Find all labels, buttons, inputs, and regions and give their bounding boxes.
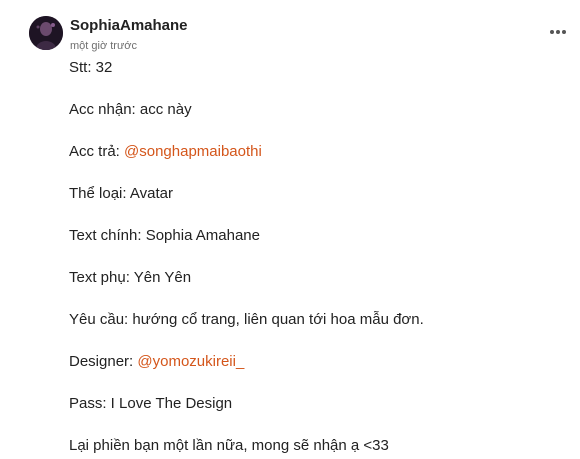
comment-line-text-chinh: Text chính: Sophia Amahane — [69, 227, 260, 244]
comment-line-acc-nhan: Acc nhận: acc này — [69, 101, 192, 118]
avatar[interactable] — [29, 16, 63, 50]
mention-link[interactable]: @yomozukireii_ — [137, 353, 244, 370]
more-options-button[interactable] — [545, 22, 571, 42]
comment-author[interactable]: SophiaAmahane — [70, 16, 188, 36]
comment-line-acc-tra: Acc trả: @songhapmaibaothi — [69, 143, 262, 160]
comment-line-designer: Designer: @yomozukireii_ — [69, 353, 245, 370]
comment-line-yeu-cau: Yêu cầu: hướng cổ trang, liên quan tới h… — [69, 311, 424, 328]
mention-link[interactable]: @songhapmaibaothi — [124, 143, 262, 160]
comment-line-stt: Stt: 32 — [69, 59, 113, 76]
comment-line-the-loai: Thể loại: Avatar — [69, 185, 173, 202]
comment-card: SophiaAmahane một giờ trước Stt: 32 Acc … — [0, 0, 580, 459]
comment-line-pass: Pass: I Love The Design — [69, 395, 233, 412]
more-dots-icon — [550, 30, 566, 34]
comment-body: Stt: 32 Acc nhận: acc này Acc trả: @song… — [69, 58, 569, 456]
comment-line-closing: Lại phiền bạn một lần nữa, mong sẽ nhận … — [69, 437, 389, 454]
comment-timestamp: một giờ trước — [70, 40, 138, 52]
comment-line-text-phu: Text phụ: Yên Yên — [69, 269, 192, 286]
avatar-image-icon — [29, 16, 63, 50]
